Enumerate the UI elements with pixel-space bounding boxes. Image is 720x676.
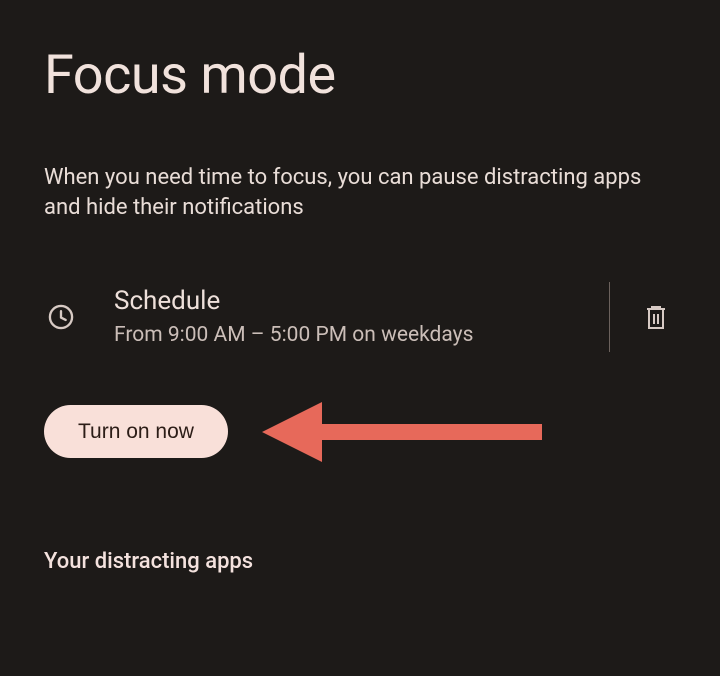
clock-icon [44, 303, 78, 331]
trash-icon [644, 303, 668, 331]
annotation-arrow-icon [262, 397, 552, 467]
delete-schedule-button[interactable] [636, 297, 676, 337]
schedule-row[interactable]: Schedule From 9:00 AM – 5:00 PM on weekd… [44, 277, 676, 357]
schedule-detail: From 9:00 AM – 5:00 PM on weekdays [114, 323, 591, 347]
distracting-apps-heading: Your distracting apps [44, 549, 676, 574]
page-title: Focus mode [44, 46, 676, 105]
schedule-text: Schedule From 9:00 AM – 5:00 PM on weekd… [114, 286, 591, 347]
turn-on-now-button[interactable]: Turn on now [44, 405, 228, 458]
page-description: When you need time to focus, you can pau… [44, 163, 664, 222]
schedule-label: Schedule [114, 286, 591, 317]
vertical-divider [609, 282, 610, 352]
